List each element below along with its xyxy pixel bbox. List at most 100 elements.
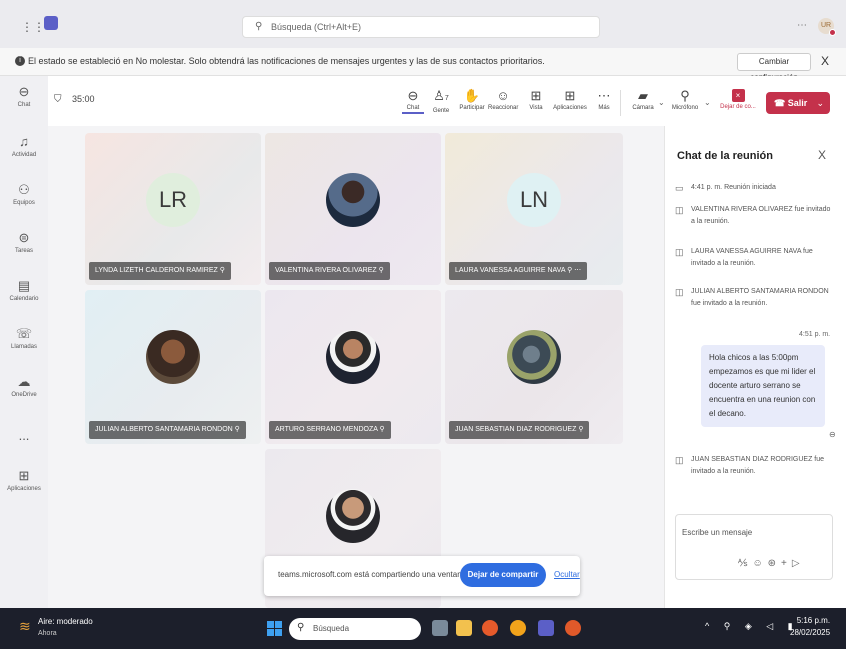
windows-start-icon[interactable] bbox=[267, 621, 282, 636]
info-icon: i bbox=[15, 56, 25, 66]
rail-item-apps[interactable]: ⊞ Aplicaciones bbox=[0, 468, 48, 492]
compose-placeholder: Escribe un mensaje bbox=[682, 528, 753, 537]
close-notification-button[interactable]: X bbox=[821, 54, 829, 68]
rail-item-teams[interactable]: ⚇ Equipos bbox=[0, 182, 48, 206]
chat-event: ◫ JUAN SEBASTIAN DIAZ RODRIGUEZ fue invit… bbox=[675, 455, 825, 475]
participant-tile[interactable]: LN LAURA VANESSA AGUIRRE NAVA ⚲ ⋯ bbox=[445, 133, 623, 285]
participant-photo bbox=[146, 330, 200, 384]
participant-photo bbox=[507, 330, 561, 384]
tool-view[interactable]: ⊞ Vista bbox=[526, 88, 546, 111]
tool-more[interactable]: ⋯ Más bbox=[595, 88, 613, 111]
person-add-icon: ◫ bbox=[675, 205, 684, 215]
rail-item-label: Llamadas bbox=[10, 344, 37, 350]
seen-icon: ⊖ bbox=[829, 430, 836, 439]
participant-photo bbox=[326, 173, 380, 227]
sticker-icon[interactable]: ⊛ bbox=[768, 558, 781, 569]
timer-value: 35:00 bbox=[72, 94, 95, 104]
rail-item-activity[interactable]: ♫ Actividad bbox=[0, 134, 48, 158]
close-chat-button[interactable]: X bbox=[818, 148, 826, 162]
raise-hand-icon: ✋ bbox=[463, 88, 481, 103]
tool-label: Chat bbox=[402, 105, 424, 114]
participant-tile[interactable]: JULIAN ALBERTO SANTAMARIA RONDON ⚲ bbox=[85, 290, 261, 444]
rail-item-onedrive[interactable]: ☁ OneDrive bbox=[0, 374, 48, 398]
chat-title: Chat de la reunión bbox=[677, 150, 773, 162]
user-avatar[interactable]: UR bbox=[818, 18, 836, 36]
chevron-down-icon[interactable]: ⌄ bbox=[816, 92, 824, 114]
participant-photo bbox=[326, 489, 380, 543]
rail-item-label: Tareas bbox=[14, 248, 33, 254]
teams-taskbar-icon[interactable] bbox=[538, 620, 554, 636]
clock-date: 28/02/2025 bbox=[790, 628, 831, 637]
grid-view-icon: ⊞ bbox=[530, 88, 542, 103]
rail-item-calls[interactable]: ☏ Llamadas bbox=[0, 326, 48, 350]
title-bar: ⋮⋮ ⚲ Búsqueda (Ctrl+Alt+E) ⋯ UR bbox=[0, 0, 846, 48]
rail-item-calendar[interactable]: ▤ Calendario bbox=[0, 278, 48, 302]
more-icon: ⋯ bbox=[574, 267, 582, 274]
camera-options-chevron-icon[interactable]: ⌄ bbox=[658, 98, 665, 107]
tool-camera[interactable]: ▰ Cámara bbox=[632, 88, 654, 111]
calendar-icon: ▤ bbox=[17, 278, 31, 293]
tool-raise-hand[interactable]: ✋ Participar bbox=[458, 88, 486, 111]
chat-event: ◫ JULIAN ALBERTO SANTAMARIA RONDON fue in… bbox=[675, 287, 829, 307]
taskview-icon[interactable] bbox=[432, 620, 448, 636]
mic-off-icon: ⚲ bbox=[234, 426, 240, 433]
tool-chat[interactable]: ⊖ Chat bbox=[402, 88, 424, 114]
search-box[interactable]: ⚲ Búsqueda (Ctrl+Alt+E) bbox=[242, 16, 600, 38]
participant-tile[interactable]: JUAN SEBASTIAN DIAZ RODRIGUEZ ⚲ bbox=[445, 290, 623, 444]
participant-tile[interactable]: LR LYNDA LIZETH CALDERON RAMIREZ ⚲ bbox=[85, 133, 261, 285]
notification-text: El estado se estableció en No molestar. … bbox=[28, 56, 545, 66]
chat-message-bubble[interactable]: Hola chicos a las 5:00pm empezamos es qu… bbox=[701, 345, 825, 427]
change-settings-button[interactable]: Cambiar configuración bbox=[737, 53, 811, 82]
stop-sharing-button[interactable]: Dejar de compartir bbox=[460, 563, 546, 587]
chrome-icon[interactable] bbox=[510, 620, 526, 636]
file-explorer-icon[interactable] bbox=[456, 620, 472, 636]
mic-off-icon: ⚲ bbox=[578, 426, 584, 433]
user-initials: UR bbox=[820, 22, 832, 29]
plus-icon[interactable]: + bbox=[781, 558, 792, 569]
mic-options-chevron-icon[interactable]: ⌄ bbox=[704, 98, 711, 107]
tool-label: Vista bbox=[529, 105, 543, 111]
mic-off-icon: ⚲ bbox=[379, 426, 385, 433]
app-icon[interactable] bbox=[565, 620, 581, 636]
send-icon[interactable]: ▷ bbox=[792, 558, 805, 569]
status-dnd-badge bbox=[829, 29, 836, 36]
phone-hangup-icon: ☎ bbox=[774, 98, 788, 108]
system-tray[interactable]: ^ ⚲ ◈ ◁ ▮ bbox=[705, 621, 799, 632]
people-icon: ♙7 bbox=[433, 88, 449, 103]
chat-icon: ⊖ bbox=[18, 84, 30, 99]
search-icon: ⚲ bbox=[255, 21, 263, 32]
tool-stop-sharing[interactable]: × Dejar de co... bbox=[718, 88, 758, 110]
clock[interactable]: 5:16 p.m. 28/02/2025 bbox=[790, 615, 830, 639]
notification-bar: i El estado se estableció en No molestar… bbox=[0, 48, 846, 82]
rail-item-label: OneDrive bbox=[11, 392, 37, 398]
hide-share-bar-link[interactable]: Ocultar bbox=[554, 570, 580, 579]
app-launcher-icon[interactable]: ⋮⋮ bbox=[21, 20, 45, 34]
apps-icon: ⊞ bbox=[18, 468, 30, 483]
firefox-icon[interactable] bbox=[482, 620, 498, 636]
rail-item-tasks[interactable]: ⊜ Tareas bbox=[0, 230, 48, 254]
tool-microphone[interactable]: ⚲ Micrófono bbox=[670, 88, 700, 111]
tool-apps[interactable]: ⊞ Aplicaciones bbox=[552, 88, 588, 111]
weather-title[interactable]: Aire: moderado bbox=[38, 617, 93, 626]
weather-subtitle: Ahora bbox=[38, 630, 57, 637]
tool-people[interactable]: ♙7 Gente bbox=[429, 88, 453, 114]
rail-more-button[interactable]: ... bbox=[0, 428, 48, 444]
leave-button[interactable]: ☎ Salir ⌄ bbox=[766, 92, 830, 114]
participant-name: LYNDA LIZETH CALDERON RAMIREZ ⚲ bbox=[89, 262, 231, 280]
more-options-icon[interactable]: ⋯ bbox=[797, 20, 807, 31]
mic-off-icon: ⚲ bbox=[219, 267, 225, 274]
rail-item-label: Chat bbox=[17, 102, 31, 108]
weather-icon[interactable]: ≋ bbox=[19, 618, 31, 635]
tool-react[interactable]: ☺ Reaccionar bbox=[488, 88, 518, 111]
participant-initials: LN bbox=[507, 173, 561, 227]
message-compose-box[interactable]: Escribe un mensaje ⅍☺⊛+▷ bbox=[675, 514, 833, 580]
leave-label: Salir bbox=[787, 98, 808, 108]
taskbar-search[interactable]: ⚲ Búsqueda bbox=[289, 618, 421, 640]
emoji-icon[interactable]: ☺ bbox=[752, 558, 767, 569]
tool-label: Aplicaciones bbox=[553, 105, 587, 111]
participant-tile[interactable]: ARTURO SERRANO MENDOZA ⚲ bbox=[265, 290, 441, 444]
format-icon[interactable]: ⅍ bbox=[738, 558, 752, 569]
chat-icon: ⊖ bbox=[407, 88, 419, 103]
rail-item-chat[interactable]: ⊖ Chat bbox=[0, 84, 48, 108]
participant-tile[interactable]: VALENTINA RIVERA OLIVAREZ ⚲ bbox=[265, 133, 441, 285]
